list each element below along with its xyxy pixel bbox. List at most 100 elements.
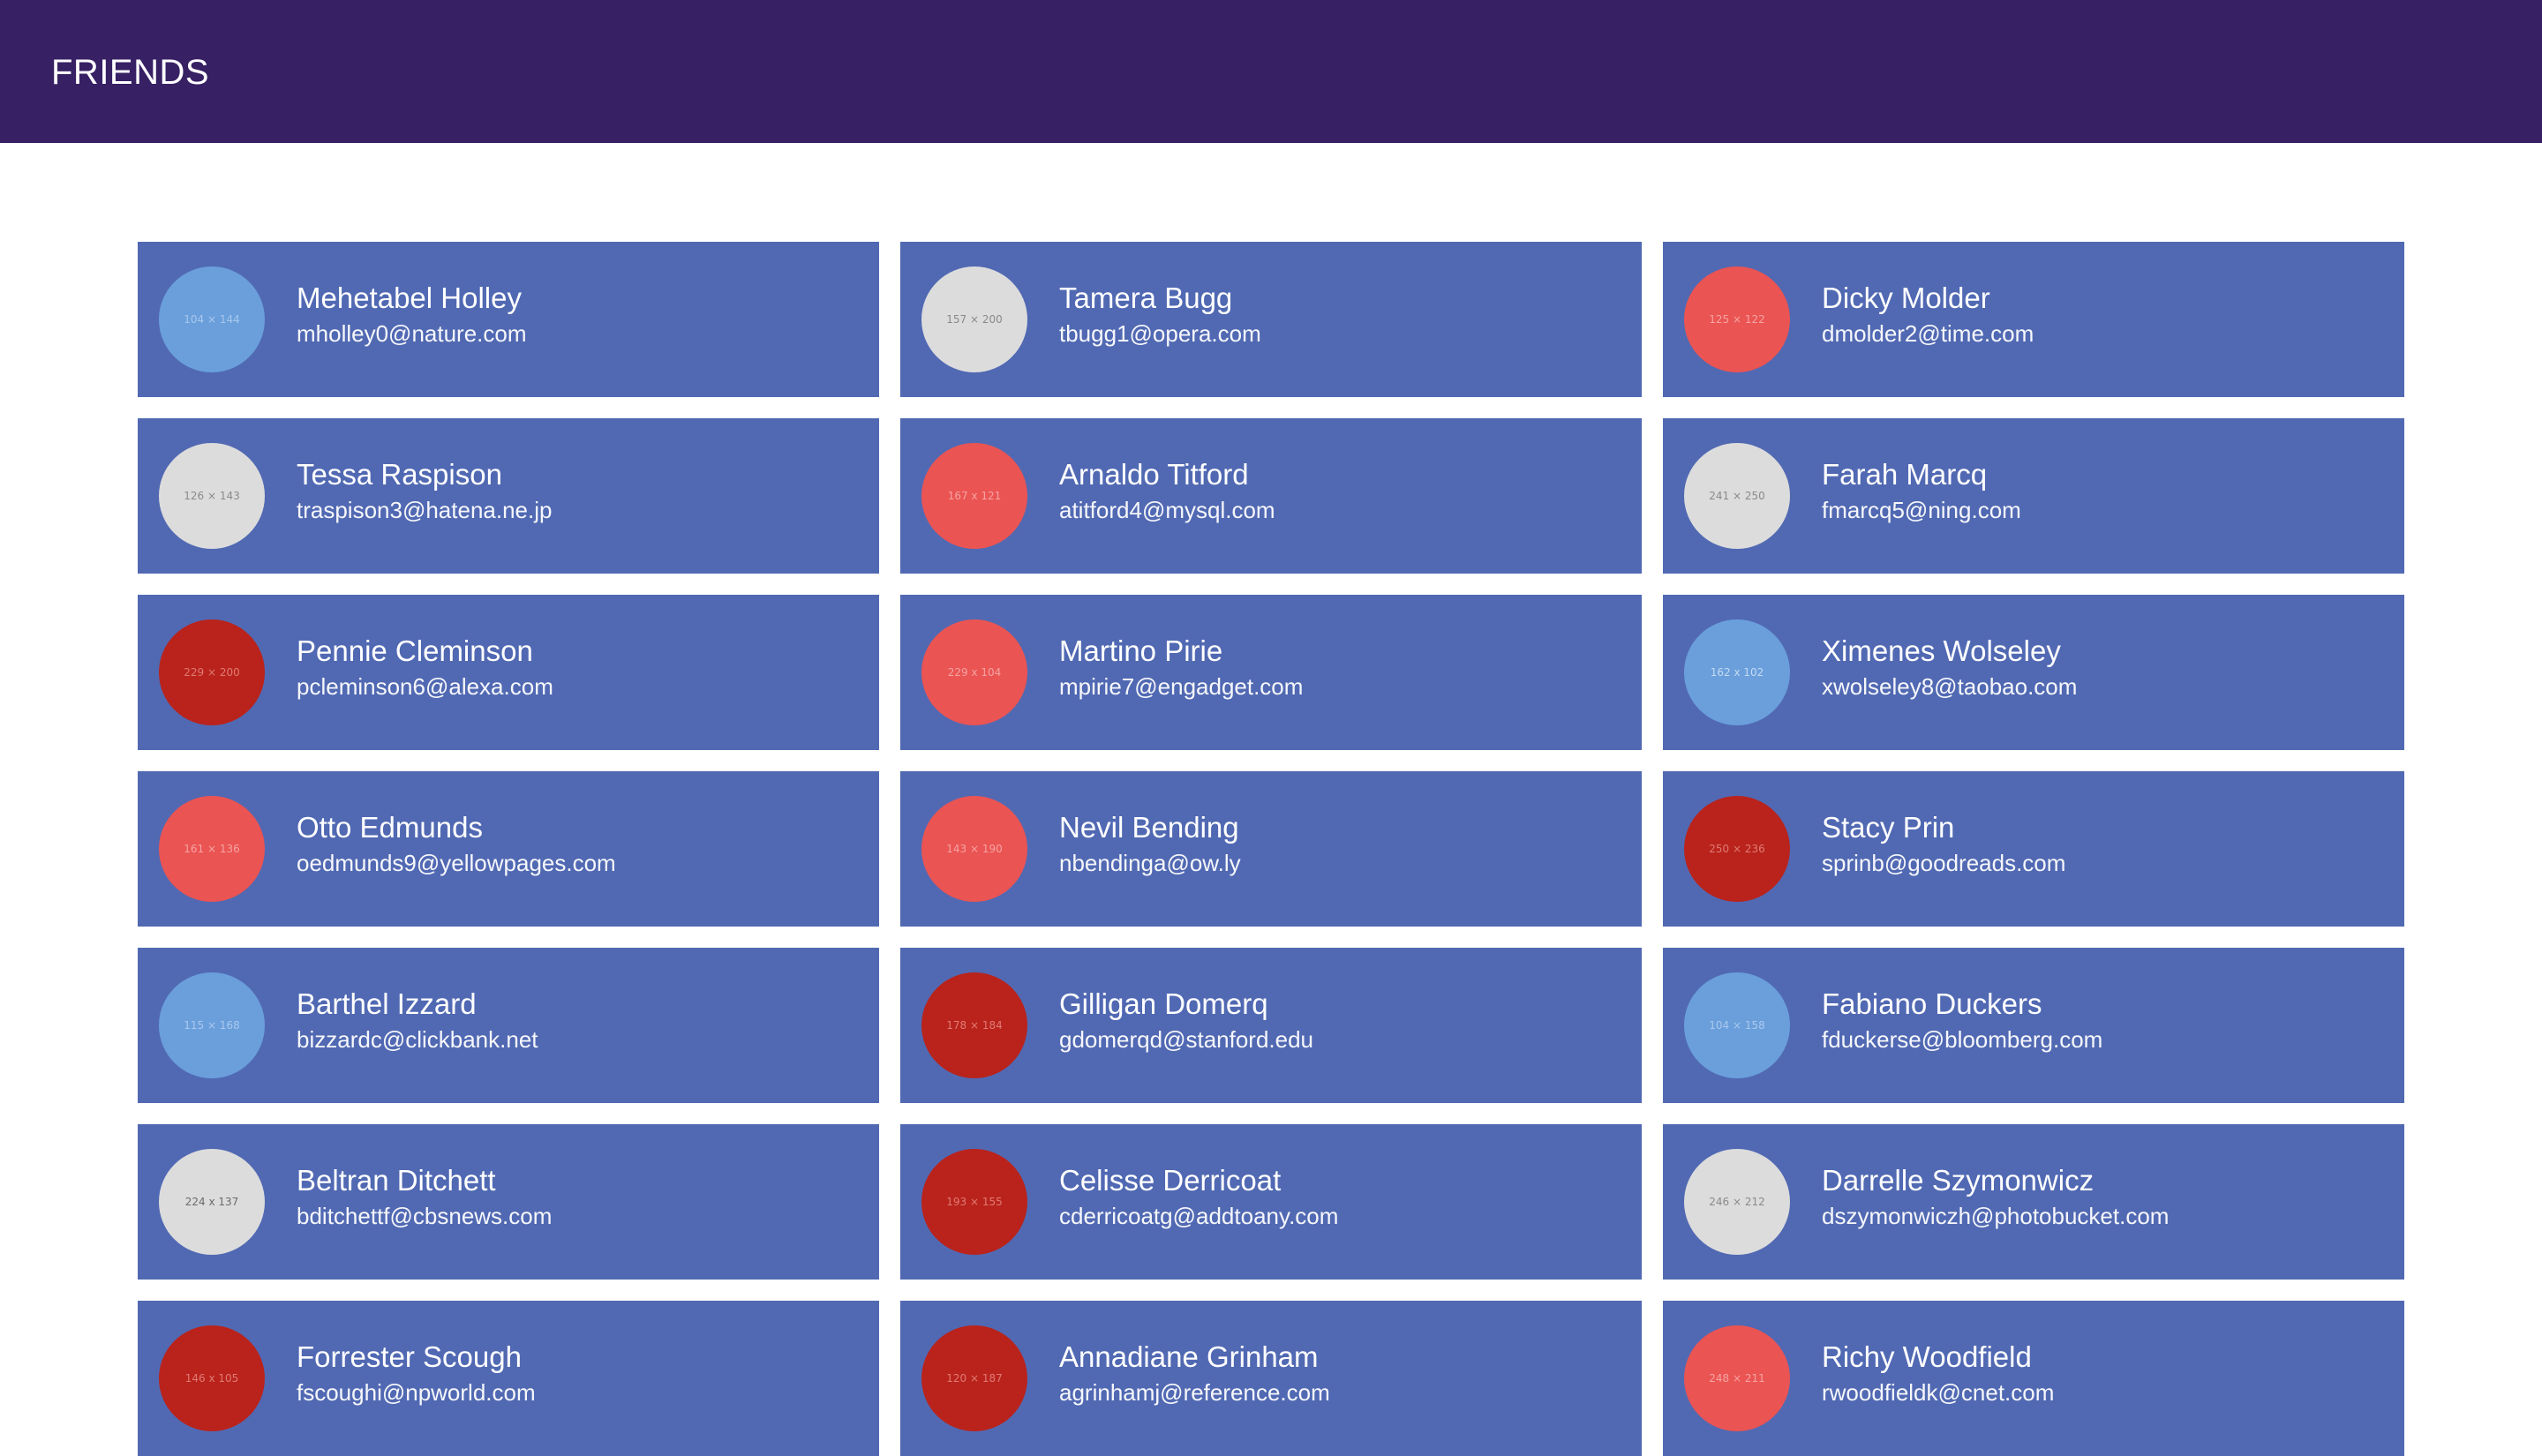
friend-email[interactable]: sprinb@goodreads.com — [1822, 847, 2387, 879]
friend-name: Beltran Ditchett — [297, 1164, 496, 1197]
avatar: 126 × 143 — [159, 443, 265, 549]
friend-email[interactable]: mpirie7@engadget.com — [1059, 671, 1624, 702]
avatar: 146 x 105 — [159, 1325, 265, 1431]
avatar-placeholder-label: 146 x 105 — [184, 1372, 239, 1385]
avatar-placeholder-label: 125 × 122 — [1709, 313, 1765, 326]
page-title: FRIENDS — [51, 53, 210, 92]
avatar: 246 × 212 — [1684, 1149, 1790, 1255]
friend-card[interactable]: 250 × 236 Stacy Prin sprinb@goodreads.com — [1663, 771, 2404, 927]
friend-card[interactable]: 120 × 187 Annadiane Grinham agrinhamj@refe… — [900, 1301, 1642, 1456]
friend-info: Martino Pirie mpirie7@engadget.com — [1059, 634, 1624, 702]
friend-name: Stacy Prin — [1822, 811, 1955, 844]
friend-email[interactable]: agrinhamj@reference.com — [1059, 1377, 1624, 1408]
friend-email[interactable]: xwolseley8@taobao.com — [1822, 671, 2387, 702]
friend-card[interactable]: 162 x 102 Ximenes Wolseley xwolseley8@taob… — [1663, 595, 2404, 750]
friend-email[interactable]: traspison3@hatena.ne.jp — [297, 494, 861, 526]
friend-email[interactable]: tbugg1@opera.com — [1059, 318, 1624, 349]
friend-info: Otto Edmunds oedmunds9@yellowpages.com — [297, 810, 861, 879]
avatar-placeholder-label: 162 x 102 — [1710, 666, 1764, 679]
avatar: 167 x 121 — [921, 443, 1027, 549]
friend-card[interactable]: 146 x 105 Forrester Scough fscoughi@npworl… — [138, 1301, 879, 1456]
friend-email[interactable]: gdomerqd@stanford.edu — [1059, 1024, 1624, 1055]
friend-email[interactable]: nbendinga@ow.ly — [1059, 847, 1624, 879]
friend-email[interactable]: fscoughi@npworld.com — [297, 1377, 861, 1408]
friend-email[interactable]: pcleminson6@alexa.com — [297, 671, 861, 702]
avatar: 143 × 190 — [921, 796, 1027, 902]
friend-card[interactable]: 157 × 200 Tamera Bugg tbugg1@opera.com — [900, 242, 1642, 397]
avatar: 250 × 236 — [1684, 796, 1790, 902]
friend-card[interactable]: 229 × 200 Pennie Cleminson pcleminson6@ale… — [138, 595, 879, 750]
avatar-placeholder-label: 115 × 168 — [184, 1019, 240, 1032]
friend-info: Annadiane Grinham agrinhamj@reference.com — [1059, 1340, 1624, 1408]
friend-email[interactable]: bditchettf@cbsnews.com — [297, 1200, 861, 1232]
friend-name: Celisse Derricoat — [1059, 1164, 1282, 1197]
friend-card[interactable]: 248 × 211 Richy Woodfield rwoodfieldk@cnet… — [1663, 1301, 2404, 1456]
avatar-placeholder-label: 193 × 155 — [946, 1196, 1003, 1208]
friend-info: Farah Marcq fmarcq5@ning.com — [1822, 457, 2387, 526]
friend-email[interactable]: rwoodfieldk@cnet.com — [1822, 1377, 2387, 1408]
avatar: 241 × 250 — [1684, 443, 1790, 549]
friend-card[interactable]: 246 × 212 Darrelle Szymonwicz dszymonwiczh… — [1663, 1124, 2404, 1280]
friend-name: Gilligan Domerq — [1059, 987, 1268, 1020]
avatar-placeholder-label: 229 × 200 — [184, 666, 240, 679]
friend-email[interactable]: oedmunds9@yellowpages.com — [297, 847, 861, 879]
friend-card[interactable]: 126 × 143 Tessa Raspison traspison3@hatena… — [138, 418, 879, 574]
friend-card[interactable]: 143 × 190 Nevil Bending nbendinga@ow.ly — [900, 771, 1642, 927]
friend-card[interactable]: 241 × 250 Farah Marcq fmarcq5@ning.com — [1663, 418, 2404, 574]
friend-name: Annadiane Grinham — [1059, 1340, 1319, 1373]
friend-card[interactable]: 193 × 155 Celisse Derricoat cderricoatg@ad… — [900, 1124, 1642, 1280]
friend-card[interactable]: 161 × 136 Otto Edmunds oedmunds9@yellowpag… — [138, 771, 879, 927]
friend-info: Pennie Cleminson pcleminson6@alexa.com — [297, 634, 861, 702]
friend-info: Richy Woodfield rwoodfieldk@cnet.com — [1822, 1340, 2387, 1408]
friend-email[interactable]: dmolder2@time.com — [1822, 318, 2387, 349]
friend-info: Stacy Prin sprinb@goodreads.com — [1822, 810, 2387, 879]
avatar: 157 × 200 — [921, 266, 1027, 372]
friend-name: Barthel Izzard — [297, 987, 477, 1020]
avatar: 248 × 211 — [1684, 1325, 1790, 1431]
friend-card[interactable]: 104 × 144 Mehetabel Holley mholley0@nature… — [138, 242, 879, 397]
friend-info: Arnaldo Titford atitford4@mysql.com — [1059, 457, 1624, 526]
avatar-placeholder-label: 104 × 158 — [1709, 1019, 1765, 1032]
friend-name: Ximenes Wolseley — [1822, 634, 2061, 667]
friend-email[interactable]: cderricoatg@addtoany.com — [1059, 1200, 1624, 1232]
friend-info: Dicky Molder dmolder2@time.com — [1822, 281, 2387, 349]
friend-info: Ximenes Wolseley xwolseley8@taobao.com — [1822, 634, 2387, 702]
friend-name: Martino Pirie — [1059, 634, 1223, 667]
avatar: 193 × 155 — [921, 1149, 1027, 1255]
avatar-placeholder-label: 161 × 136 — [184, 843, 240, 855]
avatar: 125 × 122 — [1684, 266, 1790, 372]
friend-info: Darrelle Szymonwicz dszymonwiczh@photobuc… — [1822, 1163, 2387, 1232]
friends-grid: 104 × 144 Mehetabel Holley mholley0@nature… — [138, 242, 2404, 1456]
avatar-placeholder-label: 178 × 184 — [946, 1019, 1003, 1032]
avatar-placeholder-label: 120 × 187 — [946, 1372, 1003, 1385]
friend-card[interactable]: 115 × 168 Barthel Izzard bizzardc@clickban… — [138, 948, 879, 1103]
friend-name: Tessa Raspison — [297, 458, 502, 491]
friend-email[interactable]: fmarcq5@ning.com — [1822, 494, 2387, 526]
friend-email[interactable]: mholley0@nature.com — [297, 318, 861, 349]
friend-email[interactable]: bizzardc@clickbank.net — [297, 1024, 861, 1055]
friend-name: Nevil Bending — [1059, 811, 1239, 844]
friend-card[interactable]: 224 x 137 Beltran Ditchett bditchettf@cbsn… — [138, 1124, 879, 1280]
friend-info: Beltran Ditchett bditchettf@cbsnews.com — [297, 1163, 861, 1232]
friend-email[interactable]: atitford4@mysql.com — [1059, 494, 1624, 526]
friend-email[interactable]: fduckerse@bloomberg.com — [1822, 1024, 2387, 1055]
friend-name: Darrelle Szymonwicz — [1822, 1164, 2095, 1197]
avatar-placeholder-label: 143 × 190 — [946, 843, 1003, 855]
friend-name: Dicky Molder — [1822, 281, 1990, 314]
friend-card[interactable]: 178 × 184 Gilligan Domerq gdomerqd@stanfor… — [900, 948, 1642, 1103]
friend-name: Tamera Bugg — [1059, 281, 1233, 314]
friend-info: Gilligan Domerq gdomerqd@stanford.edu — [1059, 987, 1624, 1055]
friend-info: Barthel Izzard bizzardc@clickbank.net — [297, 987, 861, 1055]
friend-card[interactable]: 167 x 121 Arnaldo Titford atitford4@mysql.… — [900, 418, 1642, 574]
avatar: 115 × 168 — [159, 972, 265, 1078]
friend-info: Celisse Derricoat cderricoatg@addtoany.co… — [1059, 1163, 1624, 1232]
friend-name: Otto Edmunds — [297, 811, 483, 844]
friend-card[interactable]: 104 × 158 Fabiano Duckers fduckerse@bloomb… — [1663, 948, 2404, 1103]
avatar: 224 x 137 — [159, 1149, 265, 1255]
friend-info: Forrester Scough fscoughi@npworld.com — [297, 1340, 861, 1408]
avatar-placeholder-label: 250 × 236 — [1709, 843, 1765, 855]
friend-name: Forrester Scough — [297, 1340, 522, 1373]
friend-card[interactable]: 229 x 104 Martino Pirie mpirie7@engadget.c… — [900, 595, 1642, 750]
friend-card[interactable]: 125 × 122 Dicky Molder dmolder2@time.com — [1663, 242, 2404, 397]
friend-email[interactable]: dszymonwiczh@photobucket.com — [1822, 1200, 2387, 1232]
